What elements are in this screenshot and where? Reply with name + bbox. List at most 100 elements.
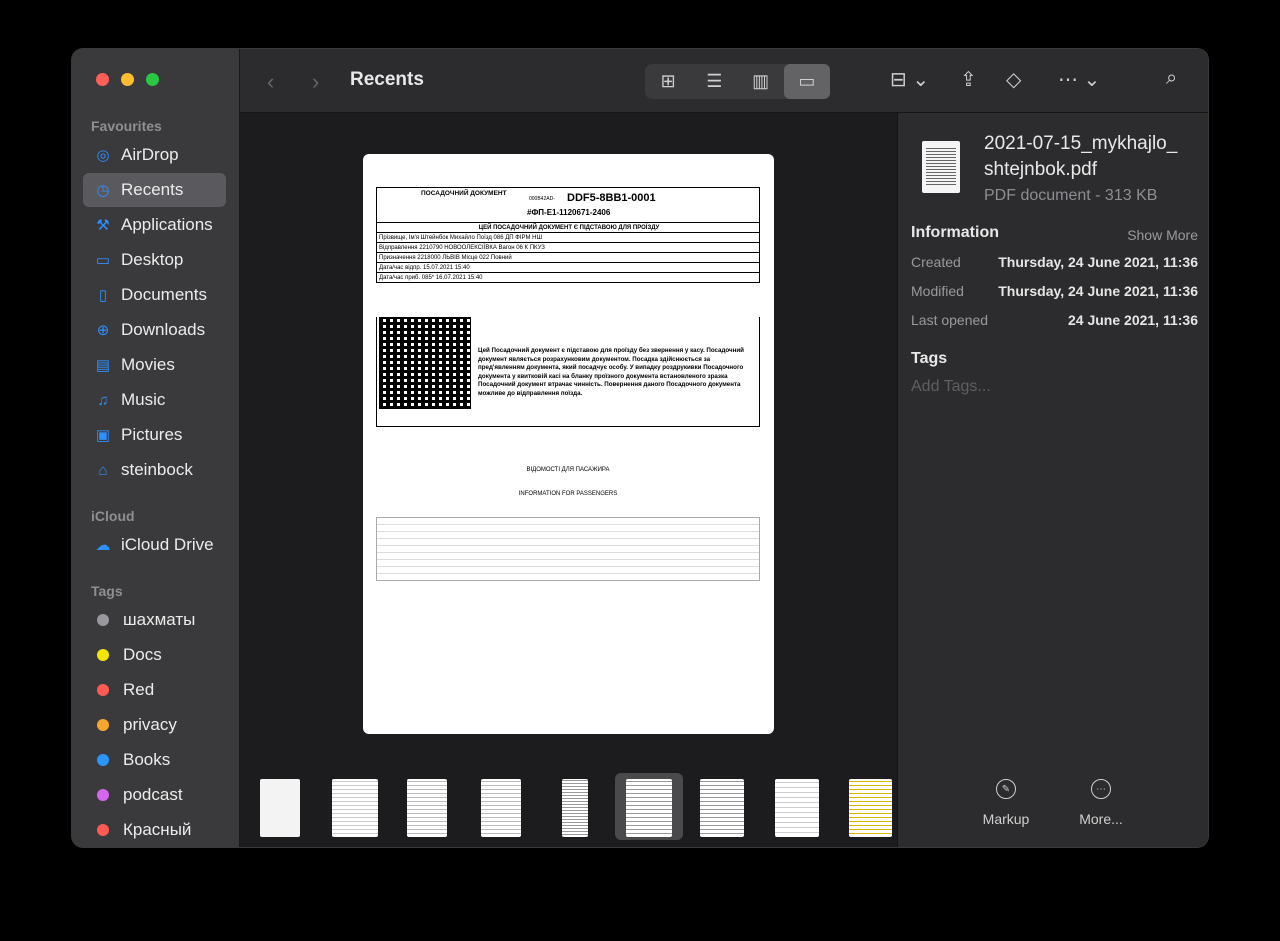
sidebar-item-pictures[interactable]: ▣ Pictures bbox=[83, 418, 226, 452]
tag-label: шахматы bbox=[123, 610, 196, 629]
tag-label: Books bbox=[123, 750, 171, 769]
thumbnail[interactable] bbox=[481, 779, 521, 837]
search-icon[interactable]: ⌕ bbox=[1166, 67, 1177, 90]
sidebar-tag-chess[interactable]: шахматы bbox=[83, 603, 226, 637]
add-tags-field[interactable]: Add Tags... bbox=[911, 378, 991, 396]
sidebar-item-movies[interactable]: ▤ Movies bbox=[83, 348, 226, 382]
share-icon[interactable]: ⇪ bbox=[960, 67, 977, 92]
sidebar-item-steinbock[interactable]: ⌂ steinbock bbox=[83, 453, 226, 487]
sidebar-tag-docs[interactable]: Docs bbox=[83, 638, 226, 672]
doc-line: Дата/час відпр. 15.07.2021 15:40 bbox=[376, 263, 760, 273]
created-value: Thursday, 24 June 2021, 11:36 bbox=[998, 254, 1198, 270]
zoom-button[interactable] bbox=[146, 73, 159, 86]
home-icon: ⌂ bbox=[98, 461, 108, 479]
tag-dot-icon bbox=[97, 649, 109, 661]
sidebar-tag-privacy[interactable]: privacy bbox=[83, 708, 226, 742]
passenger-info-en: INFORMATION FOR PASSENGERS bbox=[518, 491, 618, 497]
file-name: 2021-07-15_mykhajlo_ shtejnbok.pdf bbox=[984, 131, 1204, 183]
markup-icon: ✎ bbox=[996, 779, 1016, 799]
tag-dot-icon bbox=[97, 614, 109, 626]
thumbnail[interactable] bbox=[849, 779, 892, 837]
sidebar-item-icloud-drive[interactable]: ☁ iCloud Drive bbox=[83, 528, 226, 562]
thumbnail[interactable] bbox=[260, 779, 300, 837]
sidebar-item-documents[interactable]: ▯ Documents bbox=[83, 278, 226, 312]
icon-view-icon[interactable]: ⊞ bbox=[645, 64, 691, 99]
gallery-view-icon[interactable]: ▭ bbox=[783, 64, 830, 99]
film-icon: ▤ bbox=[95, 357, 111, 374]
sidebar-item-label: Movies bbox=[121, 355, 175, 374]
back-icon[interactable]: ‹ bbox=[267, 69, 274, 95]
doc-lines: ЦЕЙ ПОСАДОЧНИЙ ДОКУМЕНТ Є ПІДСТАВОЮ ДЛЯ … bbox=[376, 223, 760, 283]
more-label: More... bbox=[1079, 811, 1123, 827]
list-view-icon[interactable]: ☰ bbox=[691, 64, 737, 99]
tag-label: Docs bbox=[123, 645, 162, 664]
qr-code bbox=[379, 317, 471, 409]
toolbar: ‹ › Recents ⊞ ☰ ▥ ▭ ⊟ ⌄ ⇪ ◇ ⋯ ⌄ ⌕ bbox=[240, 49, 1208, 113]
pdf-file-icon bbox=[922, 141, 960, 193]
sidebar-item-music[interactable]: ♫ Music bbox=[83, 383, 226, 417]
document-preview[interactable]: ПОСАДОЧНИЙ ДОКУМЕНТ 000B42AD- DDF5-8BB1-… bbox=[363, 154, 774, 734]
desktop-icon: ▭ bbox=[95, 252, 111, 269]
sidebar-item-label: steinbock bbox=[121, 460, 193, 479]
sidebar-item-label: AirDrop bbox=[121, 145, 179, 164]
sidebar-tag-krasnyi[interactable]: Красный bbox=[83, 813, 226, 847]
applications-icon: ⚒ bbox=[96, 217, 110, 234]
thumbnail[interactable] bbox=[407, 779, 447, 837]
sidebar-tag-podcast[interactable]: podcast bbox=[83, 778, 226, 812]
show-more-link[interactable]: Show More bbox=[1127, 227, 1198, 243]
airdrop-icon: ◎ bbox=[96, 147, 110, 164]
thumbnail[interactable] bbox=[700, 779, 744, 837]
document-icon: ▯ bbox=[98, 287, 108, 304]
thumbnail[interactable] bbox=[332, 779, 378, 837]
tags-header: Tags bbox=[91, 583, 123, 599]
file-meta: PDF document - 313 KB bbox=[984, 187, 1158, 204]
thumbnail-selected[interactable] bbox=[626, 779, 672, 837]
photo-icon: ▣ bbox=[95, 427, 111, 444]
doc-code: DDF5-8BB1-0001 bbox=[567, 192, 656, 204]
tag-label: privacy bbox=[123, 715, 177, 734]
sidebar-tag-red[interactable]: Red bbox=[83, 673, 226, 707]
tag-dot-icon bbox=[97, 824, 109, 836]
sidebar-item-downloads[interactable]: ⊕ Downloads bbox=[83, 313, 226, 347]
sidebar-item-label: Downloads bbox=[121, 320, 206, 339]
cloud-icon: ☁ bbox=[95, 537, 111, 554]
gallery-preview: ПОСАДОЧНИЙ ДОКУМЕНТ 000B42AD- DDF5-8BB1-… bbox=[240, 113, 897, 847]
thumbnail[interactable] bbox=[562, 779, 588, 837]
sidebar-item-desktop[interactable]: ▭ Desktop bbox=[83, 243, 226, 277]
close-button[interactable] bbox=[96, 73, 109, 86]
tag-dot-icon bbox=[97, 789, 109, 801]
tag-icon[interactable]: ◇ bbox=[1006, 67, 1021, 92]
window-title: Recents bbox=[350, 69, 424, 90]
group-icon[interactable]: ⊟ ⌄ bbox=[890, 67, 929, 92]
modified-label: Modified bbox=[911, 283, 964, 299]
tags-section-header: Tags bbox=[911, 350, 948, 367]
more-actions-icon[interactable]: ⋯ ⌄ bbox=[1058, 67, 1100, 92]
sidebar-item-label: Pictures bbox=[121, 425, 183, 444]
minimize-button[interactable] bbox=[121, 73, 134, 86]
document-header: ПОСАДОЧНИЙ ДОКУМЕНТ 000B42AD- DDF5-8BB1-… bbox=[376, 187, 760, 223]
markup-label: Markup bbox=[982, 811, 1030, 827]
tag-dot-icon bbox=[97, 754, 109, 766]
more-icon: ⋯ bbox=[1091, 779, 1111, 799]
traffic-lights bbox=[96, 73, 159, 86]
abbreviations-table bbox=[376, 517, 760, 581]
sidebar-item-applications[interactable]: ⚒ Applications bbox=[83, 208, 226, 242]
column-view-icon[interactable]: ▥ bbox=[738, 64, 784, 99]
last-opened-label: Last opened bbox=[911, 312, 989, 328]
sidebar-item-recents[interactable]: ◷ Recents bbox=[83, 173, 226, 207]
markup-button[interactable]: ✎ Markup bbox=[966, 779, 1046, 827]
tag-label: podcast bbox=[123, 785, 183, 804]
forward-icon[interactable]: › bbox=[312, 69, 319, 95]
modified-value: Thursday, 24 June 2021, 11:36 bbox=[998, 283, 1198, 299]
file-name-line: 2021-07-15_mykhajlo_ bbox=[984, 133, 1178, 154]
thumbnail[interactable] bbox=[775, 779, 819, 837]
sidebar-tag-books[interactable]: Books bbox=[83, 743, 226, 777]
doc-fiscal: #ФП-Е1-1120671-2406 bbox=[527, 208, 611, 217]
more-button[interactable]: ⋯ More... bbox=[1061, 779, 1141, 827]
music-icon: ♫ bbox=[97, 391, 109, 409]
sidebar-item-label: Desktop bbox=[121, 250, 184, 269]
file-name-line: shtejnbok.pdf bbox=[984, 159, 1098, 180]
sidebar-item-airdrop[interactable]: ◎ AirDrop bbox=[83, 138, 226, 172]
doc-line: Дата/час приб. 085* 16.07.2021 15:40 bbox=[376, 273, 760, 283]
last-opened-value: 24 June 2021, 11:36 bbox=[1068, 312, 1198, 328]
